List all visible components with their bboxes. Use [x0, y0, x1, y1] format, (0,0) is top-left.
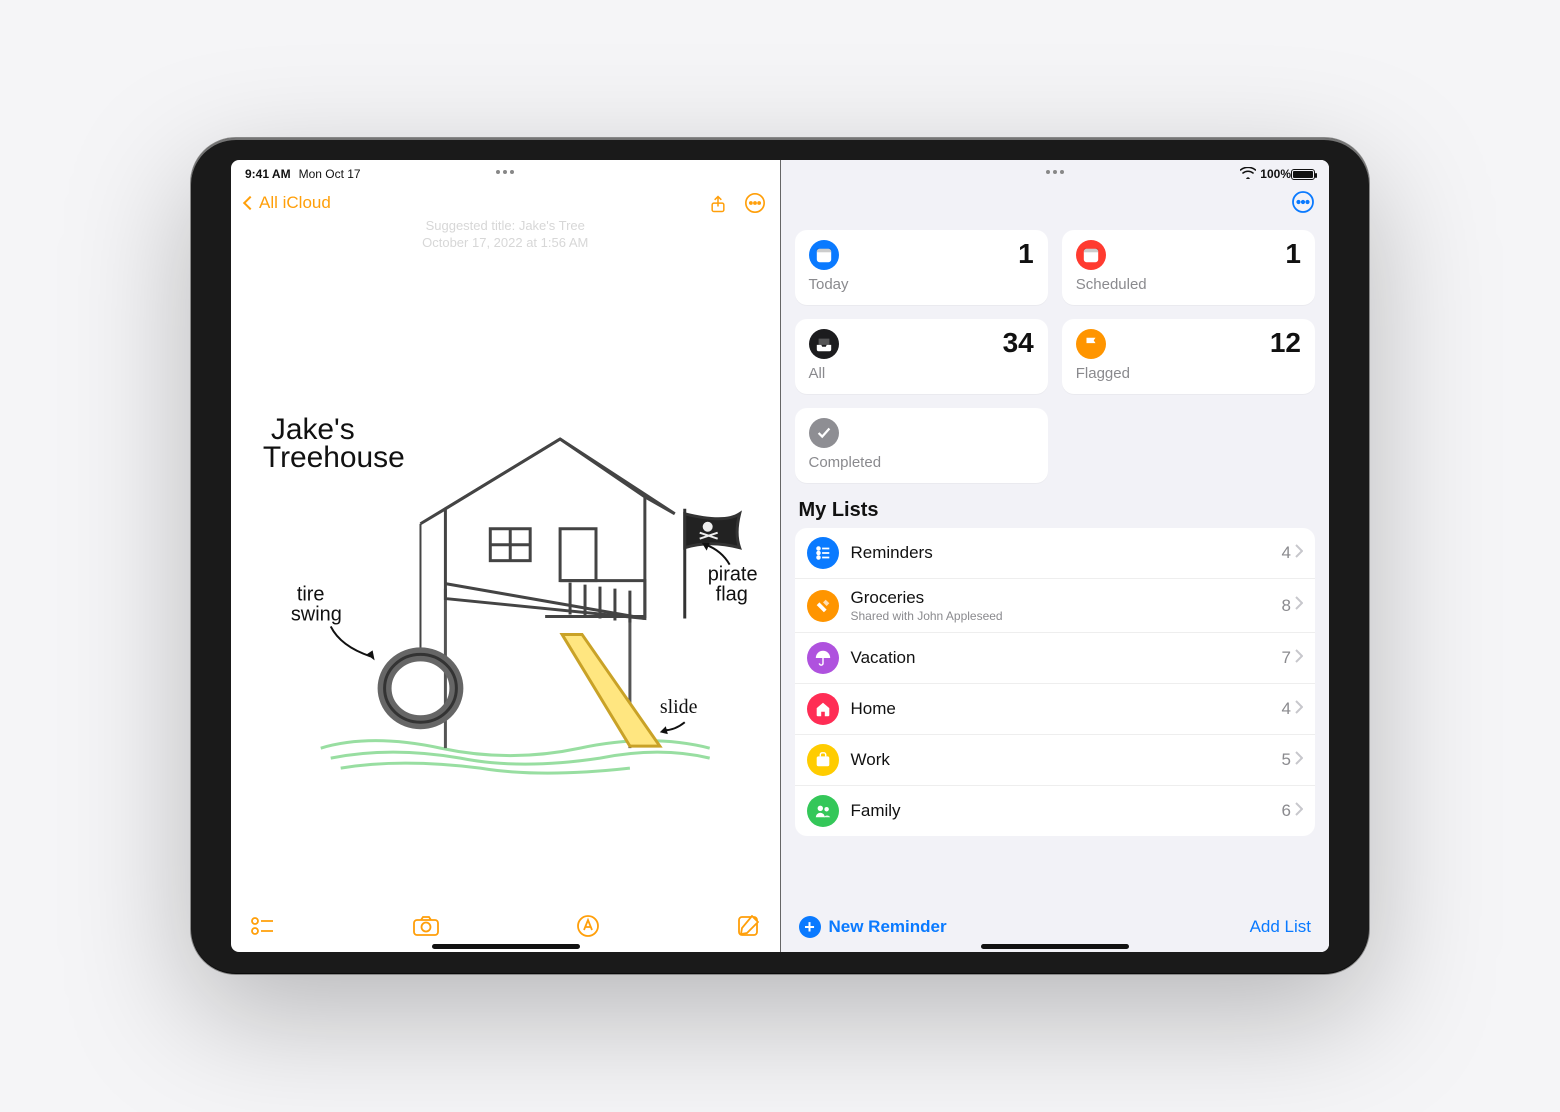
battery-icon — [1291, 169, 1315, 180]
wifi-icon — [1240, 167, 1256, 182]
mylists-heading: My Lists — [781, 491, 1330, 528]
list-count: 8 — [1282, 596, 1291, 616]
umbrella-icon — [807, 642, 839, 674]
list-name: GroceriesShared with John Appleseed — [851, 588, 1282, 623]
share-icon[interactable] — [708, 194, 726, 212]
markup-icon[interactable] — [577, 915, 599, 942]
list-name: Family — [851, 801, 1282, 821]
new-reminder-label: New Reminder — [829, 917, 947, 937]
home-indicator-left[interactable] — [432, 944, 580, 949]
smart-label: Scheduled — [1076, 276, 1301, 293]
list-row-work[interactable]: Work5 — [795, 735, 1316, 786]
smart-count: 1 — [1285, 240, 1301, 268]
status-time: 9:41 AM — [245, 167, 291, 181]
chevron-right-icon — [1295, 802, 1303, 821]
smart-card-scheduled[interactable]: 1 Scheduled — [1062, 230, 1315, 305]
list-count: 7 — [1282, 648, 1291, 668]
plus-circle-icon: + — [799, 916, 821, 938]
smart-card-flagged[interactable]: 12 Flagged — [1062, 319, 1315, 394]
smart-count: 12 — [1270, 329, 1301, 357]
briefcase-icon — [807, 744, 839, 776]
list-row-groceries[interactable]: GroceriesShared with John Appleseed8 — [795, 579, 1316, 633]
list-subtitle: Shared with John Appleseed — [851, 609, 1282, 623]
chevron-right-icon — [1295, 544, 1303, 563]
reminders-more-icon[interactable] — [1291, 190, 1315, 219]
status-date: Mon Oct 17 — [299, 167, 361, 181]
chevron-right-icon — [1295, 751, 1303, 770]
smart-card-completed[interactable]: Completed — [795, 408, 1048, 483]
smart-count: 34 — [1003, 329, 1034, 357]
sketch-title-text: Jake's Treehouse — [263, 413, 405, 474]
multitasking-dots-right[interactable] — [1038, 164, 1072, 180]
list-count: 4 — [1282, 699, 1291, 719]
pirate-flag-label: pirateflag — [708, 563, 758, 605]
smart-lists-grid: 1 Today 1 Scheduled 34 All 12 Flagged Completed — [781, 222, 1330, 491]
back-label: All iCloud — [259, 193, 331, 213]
new-reminder-button[interactable]: + New Reminder — [799, 916, 947, 938]
list-icon — [807, 537, 839, 569]
list-row-home[interactable]: Home4 — [795, 684, 1316, 735]
smart-card-today[interactable]: 1 Today — [795, 230, 1048, 305]
tray-icon — [809, 329, 839, 359]
smart-card-all[interactable]: 34 All — [795, 319, 1048, 394]
smart-label: Today — [809, 276, 1034, 293]
chevron-right-icon — [1295, 700, 1303, 719]
list-name: Work — [851, 750, 1282, 770]
list-row-vacation[interactable]: Vacation7 — [795, 633, 1316, 684]
smart-label: Flagged — [1076, 365, 1301, 382]
note-metadata: Suggested title: Jake's Tree October 17,… — [231, 218, 780, 252]
house-icon — [807, 693, 839, 725]
list-count: 4 — [1282, 543, 1291, 563]
note-timestamp: October 17, 2022 at 1:56 AM — [231, 235, 780, 252]
back-button[interactable]: All iCloud — [245, 193, 331, 213]
chevron-left-icon — [243, 196, 257, 210]
calendar-icon — [809, 240, 839, 270]
multitasking-dots-left[interactable] — [488, 164, 522, 180]
notes-app-pane: 9:41 AM Mon Oct 17 All iCloud Suggested … — [231, 160, 780, 952]
compose-icon[interactable] — [737, 915, 759, 942]
smart-label: All — [809, 365, 1034, 382]
calendar-icon — [1076, 240, 1106, 270]
note-sketch-canvas[interactable]: Jake's Treehouse tireswing slide piratef… — [231, 252, 780, 905]
list-name: Reminders — [851, 543, 1282, 563]
smart-count: 1 — [1018, 240, 1034, 268]
carrot-icon — [807, 590, 839, 622]
checklist-icon[interactable] — [251, 916, 275, 941]
reminder-lists: Reminders4GroceriesShared with John Appl… — [795, 528, 1316, 836]
slide-label: slide — [660, 696, 698, 718]
list-row-reminders[interactable]: Reminders4 — [795, 528, 1316, 579]
list-count: 6 — [1282, 801, 1291, 821]
list-row-family[interactable]: Family6 — [795, 786, 1316, 836]
more-circle-icon[interactable] — [744, 192, 766, 214]
add-list-button[interactable]: Add List — [1250, 917, 1311, 937]
list-name: Vacation — [851, 648, 1282, 668]
check-icon — [809, 418, 839, 448]
chevron-right-icon — [1295, 596, 1303, 615]
ipad-device-frame: 9:41 AM Mon Oct 17 All iCloud Suggested … — [190, 137, 1370, 975]
camera-icon[interactable] — [413, 916, 439, 941]
flag-icon — [1076, 329, 1106, 359]
list-name: Home — [851, 699, 1282, 719]
reminders-app-pane: 100% 1 Today 1 Scheduled 34 All 12 Flagged Compl… — [781, 160, 1330, 952]
tire-swing-label: tireswing — [291, 583, 342, 625]
note-suggested-title: Suggested title: Jake's Tree — [231, 218, 780, 235]
chevron-right-icon — [1295, 649, 1303, 668]
home-indicator-right[interactable] — [981, 944, 1129, 949]
list-count: 5 — [1282, 750, 1291, 770]
people-icon — [807, 795, 839, 827]
smart-label: Completed — [809, 454, 1034, 471]
notes-nav-bar: All iCloud — [231, 188, 780, 222]
battery-percent: 100% — [1260, 167, 1291, 181]
